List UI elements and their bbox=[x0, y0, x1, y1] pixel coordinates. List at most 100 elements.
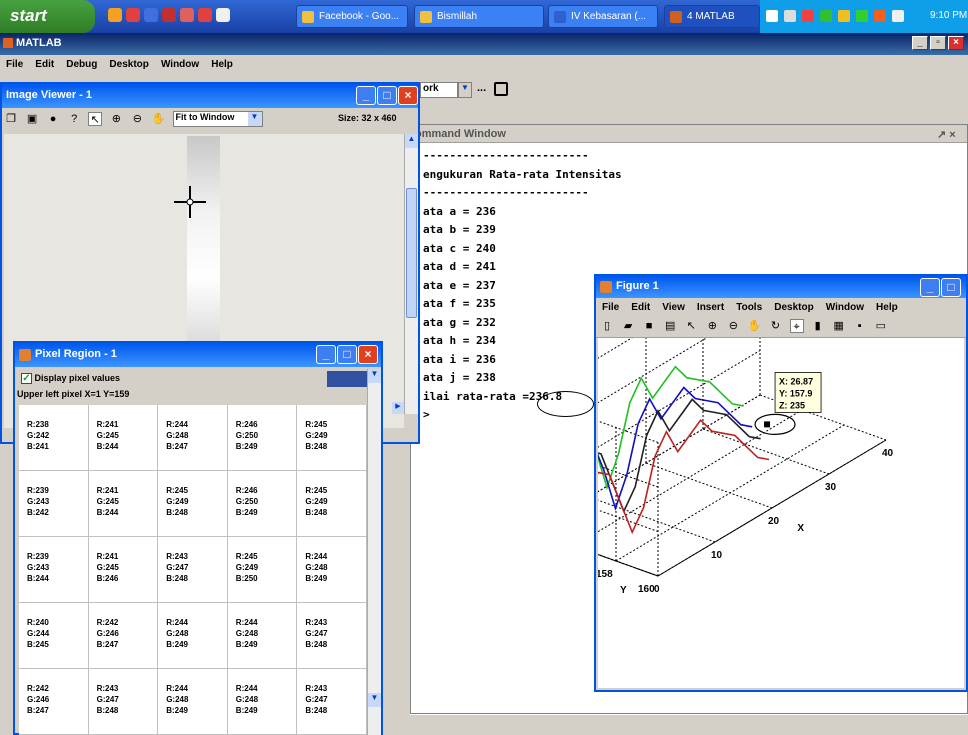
pixel-value: G:246 bbox=[96, 629, 119, 638]
menu-insert[interactable]: Insert bbox=[697, 302, 724, 313]
quicklaunch-app-icon[interactable] bbox=[162, 8, 176, 22]
folder-up-icon[interactable] bbox=[494, 82, 508, 96]
show-plot-tools-icon[interactable]: ▭ bbox=[874, 319, 888, 333]
menu-tools[interactable]: Tools bbox=[736, 302, 762, 313]
save-icon[interactable]: ▣ bbox=[25, 112, 39, 126]
menu-debug[interactable]: Debug bbox=[66, 59, 97, 70]
menu-window[interactable]: Window bbox=[161, 59, 199, 70]
pixel-value: B:248 bbox=[166, 574, 188, 583]
grid-line bbox=[531, 394, 761, 532]
menu-help[interactable]: Help bbox=[211, 59, 233, 70]
pixel-value: R:245 bbox=[235, 552, 258, 561]
quicklaunch-firefox-icon[interactable] bbox=[108, 8, 122, 22]
figure-window[interactable]: Figure 1 _ □ File Edit View Insert Tools… bbox=[504, 261, 968, 692]
quicklaunch-ie-icon[interactable] bbox=[144, 8, 158, 22]
display-values-checkbox[interactable]: ✓ Display pixel values bbox=[21, 373, 120, 385]
taskbar-button-facebook[interactable]: Facebook - Goo... bbox=[296, 5, 408, 28]
plot-area[interactable]: 230235240245156158160154010203040XYX: 26… bbox=[504, 261, 964, 688]
pixel-region-window[interactable]: Pixel Region - 1 _ □ × ✓ Display pixel v… bbox=[13, 341, 383, 735]
menu-view[interactable]: View bbox=[662, 302, 685, 313]
zoom-in-icon[interactable]: ⊕ bbox=[109, 112, 123, 126]
menu-help[interactable]: Help bbox=[876, 302, 898, 313]
legend-icon[interactable]: ▦ bbox=[832, 319, 846, 333]
tray-icon-3[interactable] bbox=[802, 10, 814, 22]
scroll-down-icon[interactable]: ▼ bbox=[368, 369, 381, 383]
maximize-button[interactable]: □ bbox=[377, 86, 397, 105]
zoom-select[interactable]: Fit to Window ▼ bbox=[172, 111, 263, 127]
tray-icon-8[interactable] bbox=[892, 10, 904, 22]
output-line: ------------------------- bbox=[423, 186, 589, 199]
rotate-3d-icon[interactable]: ↻ bbox=[769, 319, 783, 333]
colorbar-icon[interactable]: ▮ bbox=[811, 319, 825, 333]
tray-icon-7[interactable] bbox=[874, 10, 886, 22]
new-figure-icon[interactable]: ▯ bbox=[600, 319, 614, 333]
menu-edit[interactable]: Edit bbox=[631, 302, 650, 313]
menu-edit[interactable]: Edit bbox=[35, 59, 54, 70]
menu-file[interactable]: File bbox=[602, 302, 619, 313]
pixel-value: R:239 bbox=[27, 486, 49, 495]
dir-dropdown-button[interactable]: ▼ bbox=[458, 82, 472, 98]
scroll-down-icon[interactable]: ▼ bbox=[368, 693, 381, 707]
undock-icon[interactable]: ↗ × bbox=[937, 128, 956, 141]
pixel-format-select[interactable] bbox=[327, 371, 367, 387]
quicklaunch-app4-icon[interactable] bbox=[216, 8, 230, 22]
save-icon[interactable]: ■ bbox=[642, 319, 656, 333]
taskbar-button-matlab[interactable]: 4 MATLAB bbox=[664, 5, 760, 28]
pan-hand-icon[interactable]: ✋ bbox=[151, 112, 166, 126]
data-tip-label: X: 26.87 bbox=[779, 376, 813, 386]
tray-icon-6[interactable] bbox=[856, 10, 868, 22]
minimize-button[interactable]: _ bbox=[316, 345, 336, 364]
tray-icon-5[interactable] bbox=[838, 10, 850, 22]
maximize-button[interactable]: □ bbox=[941, 278, 961, 297]
minimize-button[interactable]: _ bbox=[356, 86, 376, 105]
print-icon[interactable]: ▤ bbox=[663, 319, 677, 333]
hide-plot-tools-icon[interactable]: ▪ bbox=[853, 319, 867, 333]
pixel-region-scrollbar[interactable]: ▼ ▼ bbox=[367, 369, 381, 735]
close-button[interactable]: × bbox=[948, 36, 964, 50]
menu-desktop[interactable]: Desktop bbox=[109, 59, 148, 70]
current-dir-field[interactable]: ork bbox=[420, 82, 458, 98]
menu-file[interactable]: File bbox=[6, 59, 23, 70]
quicklaunch-app2-icon[interactable] bbox=[180, 8, 194, 22]
browse-button[interactable]: ... bbox=[477, 82, 486, 94]
image-viewer-scrollbar[interactable]: ▲ bbox=[404, 134, 418, 414]
zoom-in-icon[interactable]: ⊕ bbox=[705, 319, 719, 333]
quicklaunch-media-icon[interactable] bbox=[126, 8, 140, 22]
zoom-out-icon[interactable]: ⊖ bbox=[726, 319, 740, 333]
open-icon[interactable]: ▰ bbox=[621, 319, 635, 333]
plot-3d[interactable]: 230235240245156158160154010203040XYX: 26… bbox=[504, 261, 964, 688]
close-button[interactable]: × bbox=[358, 345, 378, 364]
close-button[interactable]: × bbox=[398, 86, 418, 105]
x-tick-label: 30 bbox=[825, 482, 837, 493]
help-icon[interactable]: ? bbox=[67, 112, 81, 126]
menu-desktop[interactable]: Desktop bbox=[774, 302, 813, 313]
quicklaunch-app3-icon[interactable] bbox=[198, 8, 212, 22]
copy-icon[interactable]: ❐ bbox=[4, 112, 18, 126]
pixel-value: R:245 bbox=[166, 486, 188, 495]
pixel-cell: R:238 G:242 B:241 bbox=[19, 405, 89, 471]
data-cursor-icon[interactable]: ⌖ bbox=[789, 319, 804, 333]
pointer-icon[interactable]: ↖ bbox=[684, 319, 698, 333]
scroll-right-icon[interactable]: ▶ bbox=[392, 402, 404, 414]
taskbar-button-document[interactable]: IV Kebasaran (... bbox=[548, 5, 658, 28]
maximize-button[interactable]: □ bbox=[337, 345, 357, 364]
minimize-button[interactable]: _ bbox=[920, 278, 940, 297]
minimize-button[interactable]: _ bbox=[912, 36, 928, 50]
start-button[interactable]: start bbox=[0, 0, 95, 33]
taskbar-button-bismillah[interactable]: Bismillah bbox=[414, 5, 544, 28]
y-tick-label: 158 bbox=[598, 569, 613, 580]
zoom-out-icon[interactable]: ⊖ bbox=[130, 112, 144, 126]
tray-icon-1[interactable] bbox=[766, 10, 778, 22]
menu-window[interactable]: Window bbox=[826, 302, 864, 313]
pointer-icon[interactable]: ↖ bbox=[88, 112, 103, 126]
pixel-cell: R:244 G:248 B:249 bbox=[227, 669, 298, 735]
maximize-button[interactable]: ▫ bbox=[930, 36, 946, 50]
pan-hand-icon[interactable]: ✋ bbox=[747, 319, 762, 333]
scroll-up-icon[interactable]: ▲ bbox=[405, 134, 418, 148]
tray-icon-4[interactable] bbox=[820, 10, 832, 22]
info-icon[interactable]: ● bbox=[46, 112, 60, 126]
pixel-cell: R:243 G:247 B:248 bbox=[158, 537, 228, 603]
scroll-thumb[interactable] bbox=[406, 188, 417, 318]
pixel-value: B:244 bbox=[96, 442, 119, 451]
tray-icon-2[interactable] bbox=[784, 10, 796, 22]
